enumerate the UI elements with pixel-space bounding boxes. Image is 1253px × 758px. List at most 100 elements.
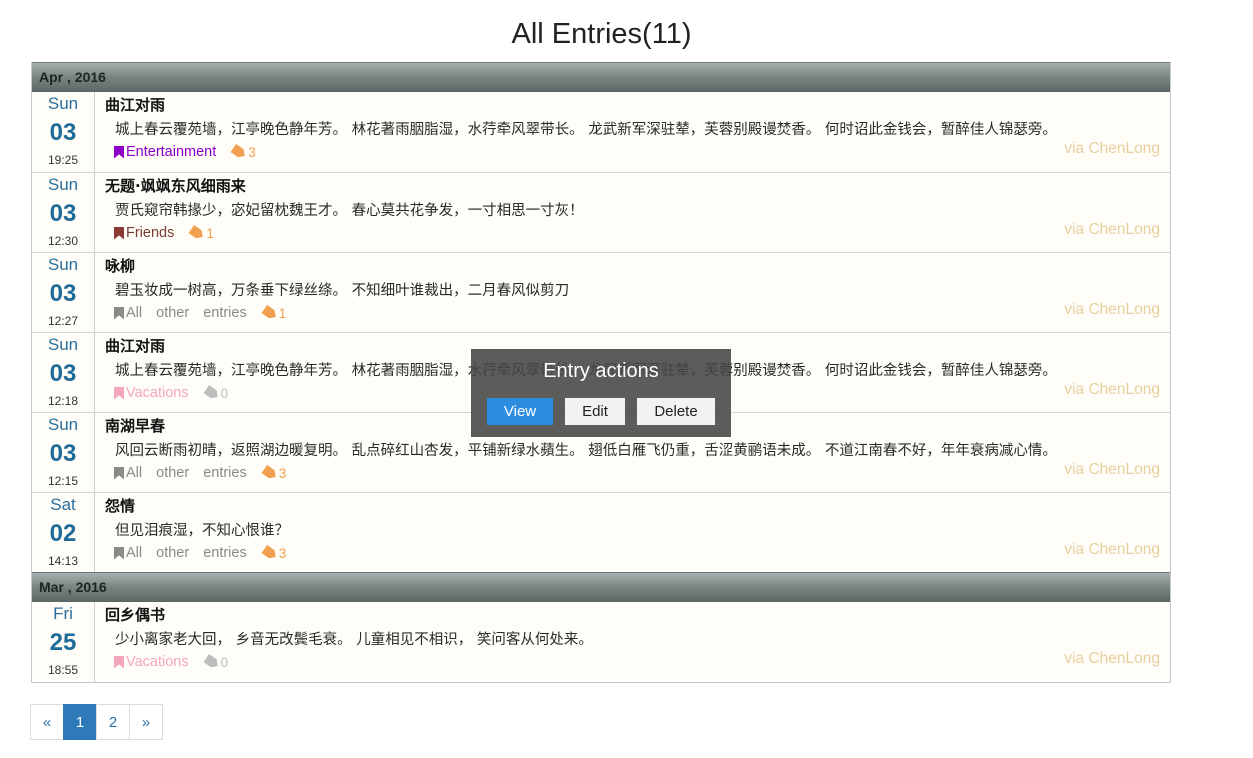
tag-count[interactable]: 0 [221,386,229,401]
entry-day: 02 [49,520,77,547]
entry-author: via ChenLong [1064,140,1160,157]
month-header: Mar , 2016 [32,572,1170,602]
entry-date: Fri 25 18:55 [32,602,95,682]
entry-title[interactable]: 曲江对雨 [105,335,165,356]
tag-count[interactable]: 3 [279,546,287,561]
entry-row[interactable]: Sun 03 12:30 无题·飒飒东风细雨来 贾氏窥帘韩掾少，宓妃留枕魏王才。… [32,172,1170,252]
entry-weekday: Sat [50,495,76,514]
view-button[interactable]: View [487,398,553,425]
category-link-other[interactable]: other [156,545,189,561]
entry-body: 回乡偶书 少小离家老大回， 乡音无改鬓毛衰。 儿童相见不相识， 笑问客从何处来。… [95,602,1170,682]
entry-text: 风回云断雨初晴，返照湖边暖复明。 乱点碎红山杏发，平铺新绿水蘋生。 翅低白雁飞仍… [115,443,1057,459]
edit-button[interactable]: Edit [565,398,625,425]
pagination: « 1 2 » [30,704,163,740]
category-link-all[interactable]: All [126,465,142,481]
entry-body: 无题·飒飒东风细雨来 贾氏窥帘韩掾少，宓妃留枕魏王才。 春心莫共花争发，一寸相思… [95,173,1170,252]
entry-author: via ChenLong [1064,221,1160,238]
entry-row[interactable]: Sun 03 12:27 咏柳 碧玉妆成一树高，万条垂下绿丝绦。 不知细叶谁裁出… [32,252,1170,332]
category-link-all[interactable]: All [126,545,142,561]
tag-icon [203,385,220,401]
category-link-other[interactable]: other [156,465,189,481]
delete-button[interactable]: Delete [637,398,715,425]
entry-title[interactable]: 回乡偶书 [105,604,165,625]
entry-date: Sun 03 12:30 [32,173,95,252]
tag-icon [261,545,278,561]
entry-author: via ChenLong [1064,381,1160,398]
entry-time: 19:25 [47,153,79,167]
tag-icon [203,654,220,670]
bookmark-icon [114,655,124,669]
pagination-prev-button[interactable]: « [30,704,64,740]
entry-meta: All other entries 1 [114,305,286,321]
bookmark-icon [114,546,124,560]
pagination-page-2[interactable]: 2 [96,704,130,740]
entry-weekday: Sun [47,335,79,354]
tag-count[interactable]: 0 [221,655,229,670]
entry-time: 18:55 [47,663,79,677]
entry-day: 03 [49,360,77,387]
entry-title[interactable]: 无题·飒飒东风细雨来 [105,175,246,196]
bookmark-icon [114,145,124,159]
entry-date: Sun 03 12:18 [32,333,95,412]
category-link-entries[interactable]: entries [203,465,247,481]
pagination-page-1[interactable]: 1 [63,704,97,740]
entry-date: Sun 03 12:15 [32,413,95,492]
bookmark-icon [114,466,124,480]
entry-title[interactable]: 怨情 [105,495,135,516]
category-link[interactable]: Friends [126,225,174,241]
entry-day: 03 [49,119,77,146]
tag-count[interactable]: 3 [279,466,287,481]
entry-title[interactable]: 咏柳 [105,255,135,276]
entry-body: 曲江对雨 城上春云覆苑墙，江亭晚色静年芳。 林花著雨胭脂湿，水荇牵风翠带长。 龙… [95,92,1170,172]
entry-text: 碧玉妆成一树高，万条垂下绿丝绦。 不知细叶谁裁出，二月春风似剪刀 [115,283,570,299]
entry-author: via ChenLong [1064,541,1160,558]
entry-text: 城上春云覆苑墙，江亭晚色静年芳。 林花著雨胭脂湿，水荇牵风翠带长。 龙武新军深驻… [115,122,1057,138]
category-link[interactable]: Vacations [126,385,189,401]
entry-meta: All other entries 3 [114,545,286,561]
month-header: Apr , 2016 [32,62,1170,92]
entry-date: Sun 03 12:27 [32,253,95,332]
entry-time: 12:30 [47,234,79,248]
entry-row[interactable]: Fri 25 18:55 回乡偶书 少小离家老大回， 乡音无改鬓毛衰。 儿童相见… [32,602,1170,682]
entry-day: 25 [49,629,77,656]
category-link-entries[interactable]: entries [203,545,247,561]
tag-icon [261,465,278,481]
tag-count[interactable]: 1 [206,226,214,241]
entry-day: 03 [49,440,77,467]
entry-meta: Vacations 0 [114,385,228,401]
entry-time: 12:27 [47,314,79,328]
entry-meta: Entertainment 3 [114,144,256,160]
entry-weekday: Sun [47,415,79,434]
category-link-other[interactable]: other [156,305,189,321]
entry-day: 03 [49,200,77,227]
entry-author: via ChenLong [1064,461,1160,478]
entry-meta: Vacations 0 [114,654,228,670]
entry-body: 咏柳 碧玉妆成一树高，万条垂下绿丝绦。 不知细叶谁裁出，二月春风似剪刀 All … [95,253,1170,332]
bookmark-icon [114,226,124,240]
entry-title[interactable]: 曲江对雨 [105,94,165,115]
tag-icon [231,144,248,160]
tag-count[interactable]: 3 [248,145,256,160]
popup-title: Entry actions [543,360,659,382]
category-link[interactable]: Vacations [126,654,189,670]
entry-author: via ChenLong [1064,650,1160,667]
entry-date: Sun 03 19:25 [32,92,95,172]
entry-day: 03 [49,280,77,307]
entry-time: 12:15 [47,474,79,488]
bookmark-icon [114,306,124,320]
tag-icon [189,225,206,241]
entry-weekday: Sun [47,94,79,113]
entry-meta: Friends 1 [114,225,214,241]
entry-text: 但见泪痕湿，不知心恨谁？ [115,523,289,539]
category-link[interactable]: Entertainment [126,144,216,160]
entry-row[interactable]: Sun 03 19:25 曲江对雨 城上春云覆苑墙，江亭晚色静年芳。 林花著雨胭… [32,92,1170,172]
category-link-entries[interactable]: entries [203,305,247,321]
entry-text: 少小离家老大回， 乡音无改鬓毛衰。 儿童相见不相识， 笑问客从何处来。 [115,632,593,648]
entry-title[interactable]: 南湖早春 [105,415,165,436]
category-link-all[interactable]: All [126,305,142,321]
tag-count[interactable]: 1 [279,306,287,321]
entry-row[interactable]: Sat 02 14:13 怨情 但见泪痕湿，不知心恨谁？ All other e… [32,492,1170,572]
pagination-next-button[interactable]: » [129,704,163,740]
entry-weekday: Fri [53,604,73,623]
entry-text: 贾氏窥帘韩掾少，宓妃留枕魏王才。 春心莫共花争发，一寸相思一寸灰！ [115,203,584,219]
